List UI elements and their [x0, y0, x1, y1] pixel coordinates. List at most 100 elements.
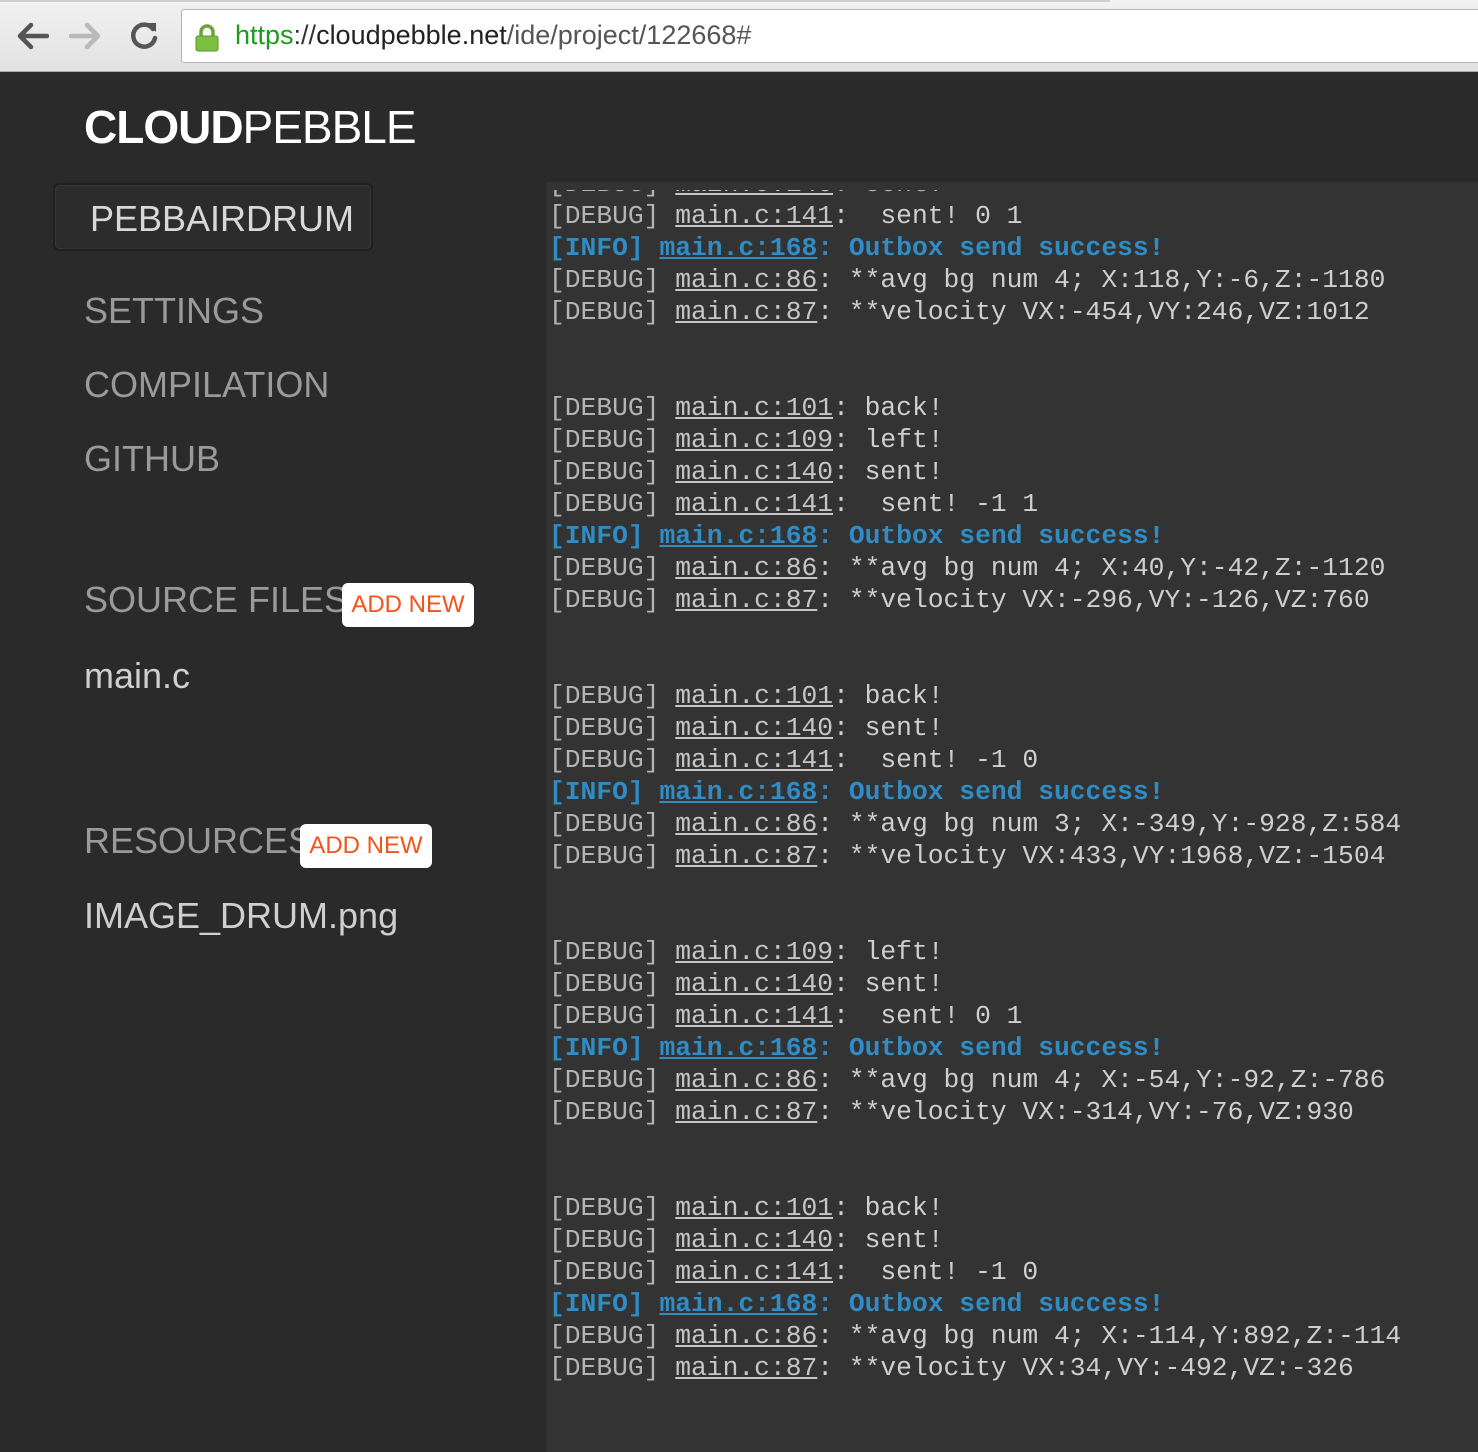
log-spacer — [549, 616, 1401, 680]
log-level: [INFO] — [549, 777, 644, 807]
address-bar[interactable]: https://cloudpebble.net/ide/project/1226… — [181, 9, 1478, 63]
source-location-link[interactable]: main.c:140 — [675, 457, 833, 487]
source-location-link[interactable]: main.c:86 — [675, 1065, 817, 1095]
source-location-link[interactable]: main.c:109 — [675, 937, 833, 967]
log-message: : back! — [833, 1193, 944, 1223]
reload-button[interactable] — [124, 14, 164, 58]
log-message: : **avg bg num 4; X:-54,Y:-92,Z:-786 — [817, 1065, 1386, 1095]
log-line-info: [INFO] main.c:168: Outbox send success! — [549, 1032, 1401, 1064]
source-location-link[interactable]: main.c:87 — [675, 1353, 817, 1383]
sidebar-item-compilation[interactable]: COMPILATION — [84, 364, 329, 406]
log-message: : sent! 0 1 — [833, 201, 1023, 231]
resources-title: RESOURCES — [84, 820, 313, 861]
log-level: [DEBUG] — [549, 1065, 660, 1095]
source-location-link[interactable]: main.c:86 — [675, 809, 817, 839]
source-location-link[interactable]: main.c:168 — [659, 1289, 817, 1319]
log-line-debug: [DEBUG] main.c:86: **avg bg num 4; X:-54… — [549, 1064, 1401, 1096]
reload-icon — [131, 22, 158, 49]
source-location-link[interactable]: main.c:168 — [659, 1033, 817, 1063]
log-message: : sent! -1 0 — [833, 1257, 1039, 1287]
source-location-link[interactable]: main.c:87 — [675, 297, 817, 327]
app-log-console[interactable]: [DEBUG] main.c:140: sent! [DEBUG] main.c… — [546, 182, 1478, 1452]
log-level: [DEBUG] — [549, 1193, 660, 1223]
log-level: [DEBUG] — [549, 1001, 660, 1031]
resource-file-item[interactable]: IMAGE_DRUM.png — [84, 895, 398, 937]
source-location-link[interactable]: main.c:141 — [675, 201, 833, 231]
log-line-debug: [DEBUG] main.c:87: **velocity VX:433,VY:… — [549, 840, 1401, 872]
log-line-debug: [DEBUG] main.c:101: back! — [549, 392, 1401, 424]
source-location-link[interactable]: main.c:141 — [675, 745, 833, 775]
log-message: : **velocity VX:-314,VY:-76,VZ:930 — [817, 1097, 1354, 1127]
log-message: : **avg bg num 3; X:-349,Y:-928,Z:584 — [817, 809, 1402, 839]
log-level: [DEBUG] — [549, 457, 660, 487]
log-level: [INFO] — [549, 1289, 644, 1319]
add-source-file-button[interactable]: ADD NEW — [342, 583, 474, 627]
url-host: cloudpebble.net — [316, 20, 507, 50]
log-level: [DEBUG] — [549, 745, 660, 775]
log-message: : back! — [833, 393, 944, 423]
source-location-link[interactable]: main.c:87 — [675, 841, 817, 871]
cloudpebble-logo[interactable]: CLOUDPEBBLE — [84, 100, 417, 154]
log-level: [DEBUG] — [549, 265, 660, 295]
arrow-right-icon — [69, 22, 101, 50]
log-lines: [DEBUG] main.c:141: sent! 0 1 [INFO] main… — [549, 200, 1401, 1384]
source-location-link[interactable]: main.c:140 — [675, 713, 833, 743]
log-level: [DEBUG] — [549, 713, 660, 743]
source-location-link[interactable]: main.c:168 — [659, 777, 817, 807]
log-spacer — [549, 872, 1401, 936]
source-location-link[interactable]: main.c:87 — [675, 1097, 817, 1127]
log-level: [DEBUG] — [549, 393, 660, 423]
log-level: [DEBUG] — [549, 809, 660, 839]
log-message: : sent! — [833, 457, 944, 487]
log-message: : **velocity VX:34,VY:-492,VZ:-326 — [817, 1353, 1354, 1383]
tab-strip-edge — [0, 0, 1110, 2]
source-location-link[interactable]: main.c:141 — [675, 489, 833, 519]
sidebar-item-settings[interactable]: SETTINGS — [84, 290, 264, 332]
arrow-left-icon — [17, 22, 49, 50]
log-line-debug: [DEBUG] main.c:141: sent! -1 0 — [549, 1256, 1401, 1288]
source-location-link[interactable]: main.c:101 — [675, 1193, 833, 1223]
source-location-link[interactable]: main.c:141 — [675, 1257, 833, 1287]
logo-light: PEBBLE — [242, 101, 417, 153]
log-message: : **velocity VX:-454,VY:246,VZ:1012 — [817, 297, 1370, 327]
back-button[interactable] — [12, 14, 52, 58]
source-files-title: SOURCE FILES — [84, 579, 349, 620]
source-location-link[interactable]: main.c:101 — [675, 393, 833, 423]
log-line-debug: [DEBUG] main.c:140: sent! — [549, 456, 1401, 488]
project-name-button[interactable]: PEBBAIRDRUM — [53, 183, 373, 251]
url-separator: :// — [293, 20, 317, 50]
forward-button[interactable] — [66, 14, 106, 58]
url-text: https://cloudpebble.net/ide/project/1226… — [235, 20, 751, 51]
source-location-link[interactable]: main.c:86 — [675, 265, 817, 295]
source-location-link[interactable]: main.c:141 — [675, 1001, 833, 1031]
source-file-item[interactable]: main.c — [84, 655, 190, 697]
source-location-link[interactable]: main.c:101 — [675, 681, 833, 711]
sidebar-item-github[interactable]: GITHUB — [84, 438, 220, 480]
lock-icon — [195, 24, 219, 52]
source-location-link[interactable]: main.c:109 — [675, 425, 833, 455]
source-location-link[interactable]: main.c:168 — [659, 521, 817, 551]
log-message: : left! — [833, 425, 944, 455]
source-location-link[interactable]: main.c:168 — [659, 233, 817, 263]
log-message: : **velocity VX:-296,VY:-126,VZ:760 — [817, 585, 1370, 615]
log-line-debug: [DEBUG] main.c:141: sent! -1 1 — [549, 488, 1401, 520]
source-location-link[interactable]: main.c:86 — [675, 1321, 817, 1351]
log-level: [DEBUG] — [549, 1353, 660, 1383]
source-location-link[interactable]: main.c:87 — [675, 585, 817, 615]
log-level: [DEBUG] — [549, 937, 660, 967]
log-line-debug: [DEBUG] main.c:101: back! — [549, 1192, 1401, 1224]
source-location-link[interactable]: main.c:140 — [675, 969, 833, 999]
log-message: : **velocity VX:433,VY:1968,VZ:-1504 — [817, 841, 1386, 871]
log-line-debug: [DEBUG] main.c:86: **avg bg num 4; X:118… — [549, 264, 1401, 296]
log-message: : sent! — [833, 713, 944, 743]
log-line-debug: [DEBUG] main.c:86: **avg bg num 4; X:40,… — [549, 552, 1401, 584]
source-location-link[interactable]: main.c:140 — [675, 1225, 833, 1255]
source-location-link[interactable]: main.c:86 — [675, 553, 817, 583]
add-resource-button[interactable]: ADD NEW — [300, 824, 432, 868]
log-line-debug: [DEBUG] main.c:140: sent! — [549, 968, 1401, 1000]
log-line-debug: [DEBUG] main.c:101: back! — [549, 680, 1401, 712]
log-line-debug: [DEBUG] main.c:140: sent! — [549, 1224, 1401, 1256]
log-level: [INFO] — [549, 1033, 644, 1063]
log-message: : **avg bg num 4; X:118,Y:-6,Z:-1180 — [817, 265, 1386, 295]
log-line-debug: [DEBUG] main.c:140: sent! — [549, 712, 1401, 744]
